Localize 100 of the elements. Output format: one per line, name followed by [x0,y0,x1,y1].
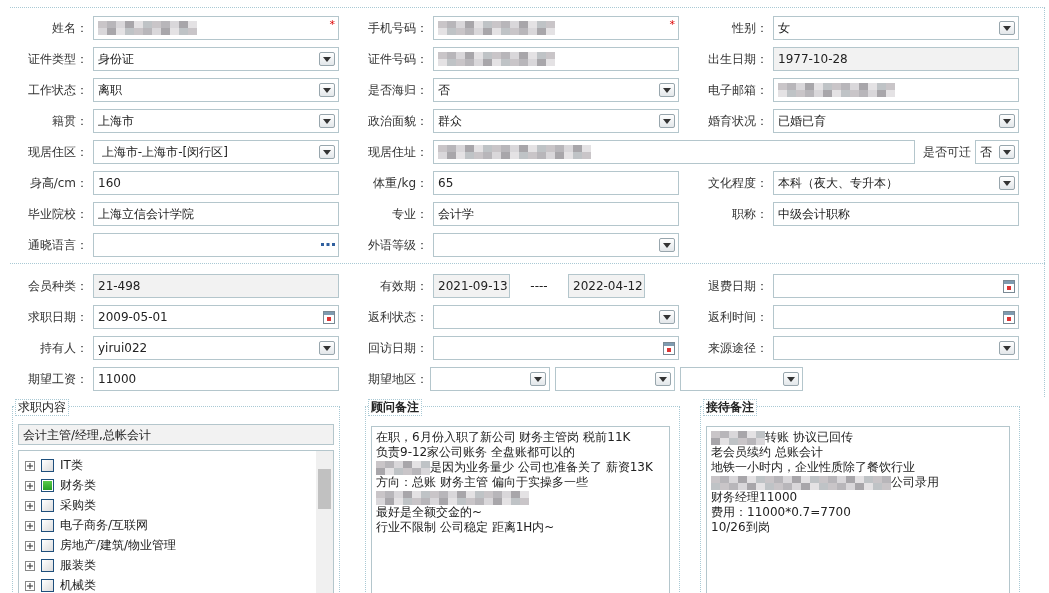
field-label: 姓名： [51,19,89,37]
input-field[interactable]: * [433,16,679,40]
redacted-blur [376,460,430,475]
input-field[interactable]: 11000 [93,367,339,391]
tree-item[interactable]: IT类 [25,455,316,475]
expand-icon[interactable] [25,560,35,570]
calendar-icon[interactable] [663,341,675,355]
readonly-field[interactable]: 2021-09-13 [433,274,510,298]
input-field[interactable] [773,78,1019,102]
select-field[interactable] [433,233,679,257]
select-field[interactable] [773,336,1019,360]
input-field[interactable]: 65 [433,171,679,195]
checkbox[interactable] [41,518,54,532]
input-field[interactable] [433,140,915,164]
select-field[interactable] [555,367,675,391]
tree-item[interactable]: 采购类 [25,495,316,515]
select-field[interactable]: 身份证 [93,47,339,71]
select-field[interactable]: 上海市 [93,109,339,133]
checkbox[interactable] [41,498,54,512]
select-field[interactable]: 上海市-上海市-[闵行区] [93,140,339,164]
more-icon[interactable] [321,243,335,247]
panel-legend: 求职内容 [15,399,69,416]
select-field[interactable] [680,367,803,391]
note-line: 行业不限制 公司稳定 距离1H内~ [376,520,556,535]
field-label: 退费日期： [707,277,769,295]
input-field[interactable]: 上海立信会计学院 [93,202,339,226]
select-field[interactable]: 离职 [93,78,339,102]
field-label: 文化程度： [707,174,769,192]
field-label: 毕业院校： [27,205,89,223]
field-label: 外语等级： [367,236,429,254]
select-field[interactable]: 女 [773,16,1019,40]
tree-item[interactable]: 房地产/建筑/物业管理 [25,535,316,555]
notes-textarea[interactable]: 转账 协议已回传 老会员续约 总账会计 地铁一小时内，企业性质除了餐饮行业 公司录用 财务经理11000 费用：11000*0.7=7700 10/26到岗 [706,426,1010,593]
date-field[interactable] [773,305,1019,329]
field-label: 身高/cm： [28,174,89,192]
tree-item-label: 房地产/建筑/物业管理 [60,536,177,554]
expand-icon[interactable] [25,540,35,550]
select-field[interactable]: yirui022 [93,336,339,360]
field-label: 来源途径： [707,339,769,357]
date-field[interactable] [433,336,679,360]
field-label: 期望工资： [27,370,89,388]
lookup-field[interactable] [93,233,339,257]
field-label: 电子邮箱： [707,81,769,99]
select-field[interactable]: 已婚已育 [773,109,1019,133]
input-field[interactable]: 会计学 [433,202,679,226]
checkbox[interactable] [41,478,54,492]
readonly-field[interactable]: 21-498 [93,274,339,298]
scrollbar[interactable] [316,451,333,593]
notes-textarea[interactable]: 在职，6月份入职了新公司 财务主管岗 税前11K 负责9-12家公司账务 全盘账都可以的 是因为业务量少 公司也准备关了 薪资13K 方向：总账 财务主管 偏向于实操多一些 最好是全额交金的~ 行业不限制 公司稳定 距离1H内~ [371,426,670,593]
expand-icon[interactable] [25,580,35,590]
expand-icon[interactable] [25,460,35,470]
date-field[interactable] [773,274,1019,298]
calendar-icon[interactable] [1003,279,1015,293]
calendar-icon[interactable] [1003,310,1015,324]
calendar-icon[interactable] [323,310,335,324]
select-field[interactable]: 否 [433,78,679,102]
field-label: 婚育状况： [707,112,769,130]
input-field[interactable]: * [93,16,339,40]
field-label: 回访日期： [367,339,429,357]
expand-icon[interactable] [25,500,35,510]
select-field[interactable] [433,305,679,329]
tree-item[interactable]: 服装类 [25,555,316,575]
checkbox[interactable] [41,538,54,552]
note-line: 费用：11000*0.7=7700 [711,505,852,520]
tree-item[interactable]: 机械类 [25,575,316,593]
tree-item-label: 服装类 [60,556,96,574]
field-label: 会员种类： [27,277,89,295]
readonly-field[interactable]: 会计主管/经理,总帐会计 [18,424,334,445]
readonly-field[interactable]: 1977-10-28 [773,47,1019,71]
select-field[interactable] [430,367,550,391]
select-field[interactable]: 群众 [433,109,679,133]
select-field[interactable]: 否 [975,140,1019,164]
checkbox[interactable] [41,578,54,592]
field-label: 证件号码： [367,50,429,68]
note-line: 公司录用 [891,475,939,490]
date-field[interactable]: 2009-05-01 [93,305,339,329]
expand-icon[interactable] [25,480,35,490]
range-separator: ---- [529,279,549,293]
note-line: 负责9-12家公司账务 全盘账都可以的 [376,445,577,460]
expand-icon[interactable] [25,520,35,530]
tree-item[interactable]: 电子商务/互联网 [25,515,316,535]
tree-item-label: 财务类 [60,476,96,494]
note-line: 最好是全额交金的~ [376,505,484,520]
tree-item[interactable]: 财务类 [25,475,316,495]
note-line: 转账 协议已回传 [765,430,853,445]
field-label: 是否可迁 [922,143,972,161]
note-line: 方向：总账 财务主管 偏向于实操多一些 [376,475,589,490]
field-label: 返利时间： [707,308,769,326]
select-field[interactable]: 本科（夜大、专升本） [773,171,1019,195]
panel-legend: 顾问备注 [368,399,422,416]
checkbox[interactable] [41,558,54,572]
tree-item-label: 采购类 [60,496,96,514]
input-field[interactable]: 160 [93,171,339,195]
readonly-field[interactable]: 2022-04-12 [568,274,645,298]
input-field[interactable] [433,47,679,71]
tree-item-label: 电子商务/互联网 [60,516,149,534]
input-field[interactable]: 中级会计职称 [773,202,1019,226]
checkbox[interactable] [41,458,54,472]
field-label: 政治面貌： [367,112,429,130]
field-label: 籍贯： [51,112,89,130]
